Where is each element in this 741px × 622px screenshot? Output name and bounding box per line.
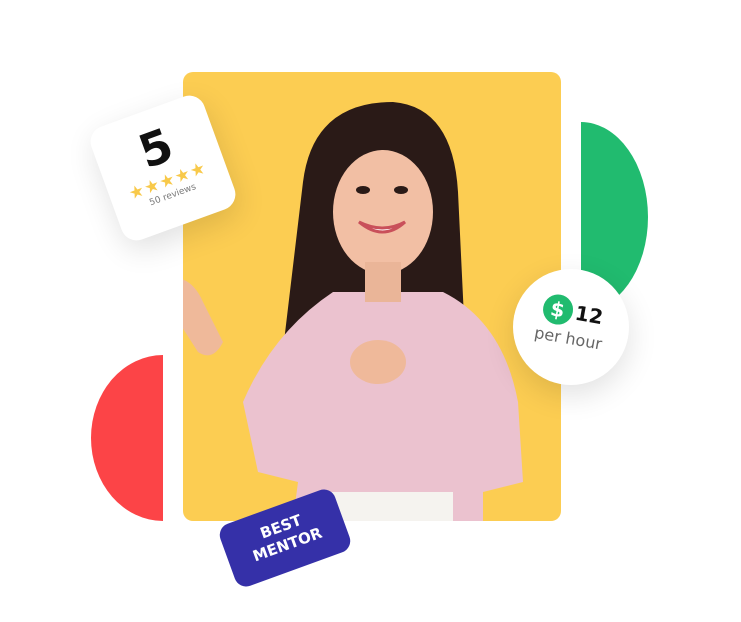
mentor-photo (183, 72, 561, 521)
price-card: $12 per hour (513, 269, 629, 385)
price-unit: per hour (532, 322, 604, 354)
woman-illustration (183, 102, 523, 521)
dollar-icon: $ (540, 292, 576, 327)
price-amount: 12 (573, 300, 605, 330)
red-half-circle-decoration (91, 355, 163, 521)
